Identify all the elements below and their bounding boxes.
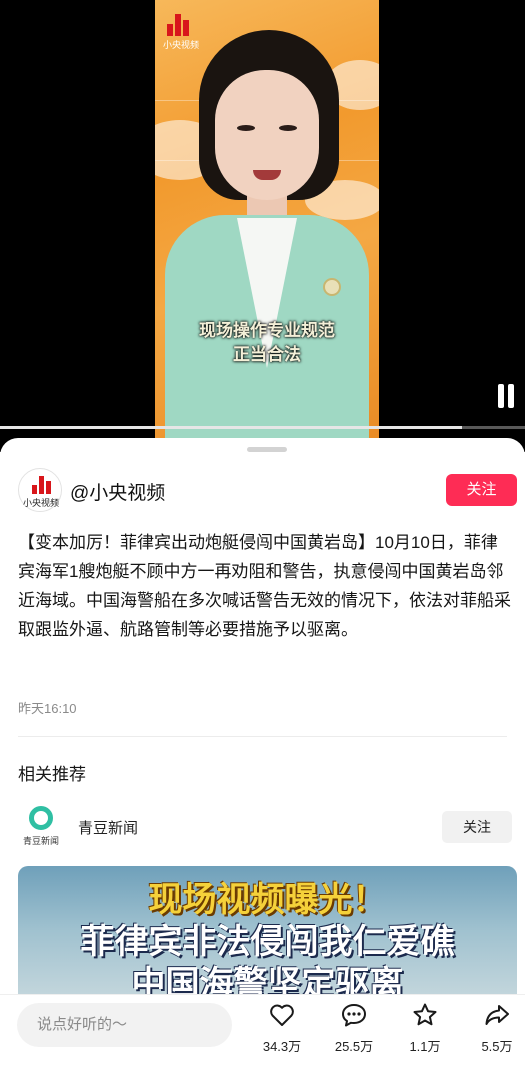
like-count: 34.3万	[262, 1039, 302, 1054]
avatar-label: 青豆新闻	[22, 836, 59, 846]
like-button[interactable]: 34.3万	[254, 1001, 310, 1059]
avatar[interactable]: 青豆新闻	[20, 806, 62, 848]
anchor-face	[215, 70, 319, 200]
comment-button[interactable]: 25.5万	[326, 1001, 382, 1059]
post-time: 昨天16:10	[18, 701, 77, 716]
favorite-button[interactable]: 1.1万	[397, 1001, 453, 1059]
follow-button[interactable]: 关注	[446, 474, 517, 506]
video-progress-fill	[0, 426, 462, 429]
pause-icon[interactable]	[496, 384, 516, 408]
related-section-title: 相关推荐	[18, 765, 86, 784]
related-video-thumbnail[interactable]: 现场视频曝光！ 菲律宾非法侵闯我仁爱礁 中国海警坚定驱离	[18, 866, 517, 996]
eye	[237, 125, 255, 131]
post-detail-sheet: 小央视频 @小央视频 关注 【变本加厉！菲律宾出动炮艇侵闯中国黄岩岛】10月10…	[0, 438, 525, 996]
favorite-count: 1.1万	[409, 1039, 441, 1054]
bottom-action-bar: 说点好听的～ 34.3万 25.5万 1.1万 5.5万	[0, 994, 525, 1066]
qingdou-logo-icon	[29, 806, 53, 830]
related-author-name[interactable]: 青豆新闻	[78, 817, 138, 838]
comment-bubble-icon	[342, 1004, 366, 1027]
star-icon	[413, 1003, 437, 1026]
avatar[interactable]: 小央视频	[18, 468, 62, 512]
comment-count: 25.5万	[334, 1039, 374, 1054]
related-follow-button[interactable]: 关注	[442, 811, 512, 843]
mouth	[253, 170, 281, 180]
channel-logo-icon	[167, 14, 193, 36]
related-author-row: 青豆新闻 青豆新闻 关注	[18, 804, 512, 850]
author-name[interactable]: @小央视频	[70, 478, 165, 505]
drag-handle[interactable]	[247, 447, 287, 452]
comment-input[interactable]: 说点好听的～	[17, 1003, 232, 1047]
avatar-label: 小央视频	[22, 498, 59, 508]
video-player[interactable]: 小央视频 现场操作专业规范 正当合法	[0, 0, 525, 452]
thumbnail-headline-3: 中国海警坚定驱离	[131, 964, 404, 996]
video-subtitle-line2: 正当合法	[233, 345, 301, 365]
channel-logo-icon	[32, 476, 52, 494]
anchor-brooch	[323, 278, 341, 296]
post-description: 【变本加厉！菲律宾出动炮艇侵闯中国黄岩岛】10月10日，菲律宾海军1艘炮艇不顾中…	[18, 533, 511, 639]
video-progress-bar[interactable]	[0, 426, 525, 429]
share-button[interactable]: 5.5万	[469, 1001, 525, 1059]
video-frame: 小央视频 现场操作专业规范 正当合法	[155, 0, 379, 440]
share-arrow-icon	[485, 1005, 509, 1025]
eye	[279, 125, 297, 131]
share-count: 5.5万	[481, 1039, 513, 1054]
video-subtitle-line1: 现场操作专业规范	[199, 321, 335, 341]
channel-logo-text: 小央视频	[163, 40, 200, 50]
divider	[18, 736, 507, 737]
author-row: 小央视频 @小央视频 关注	[18, 468, 517, 512]
heart-icon	[270, 1004, 294, 1026]
